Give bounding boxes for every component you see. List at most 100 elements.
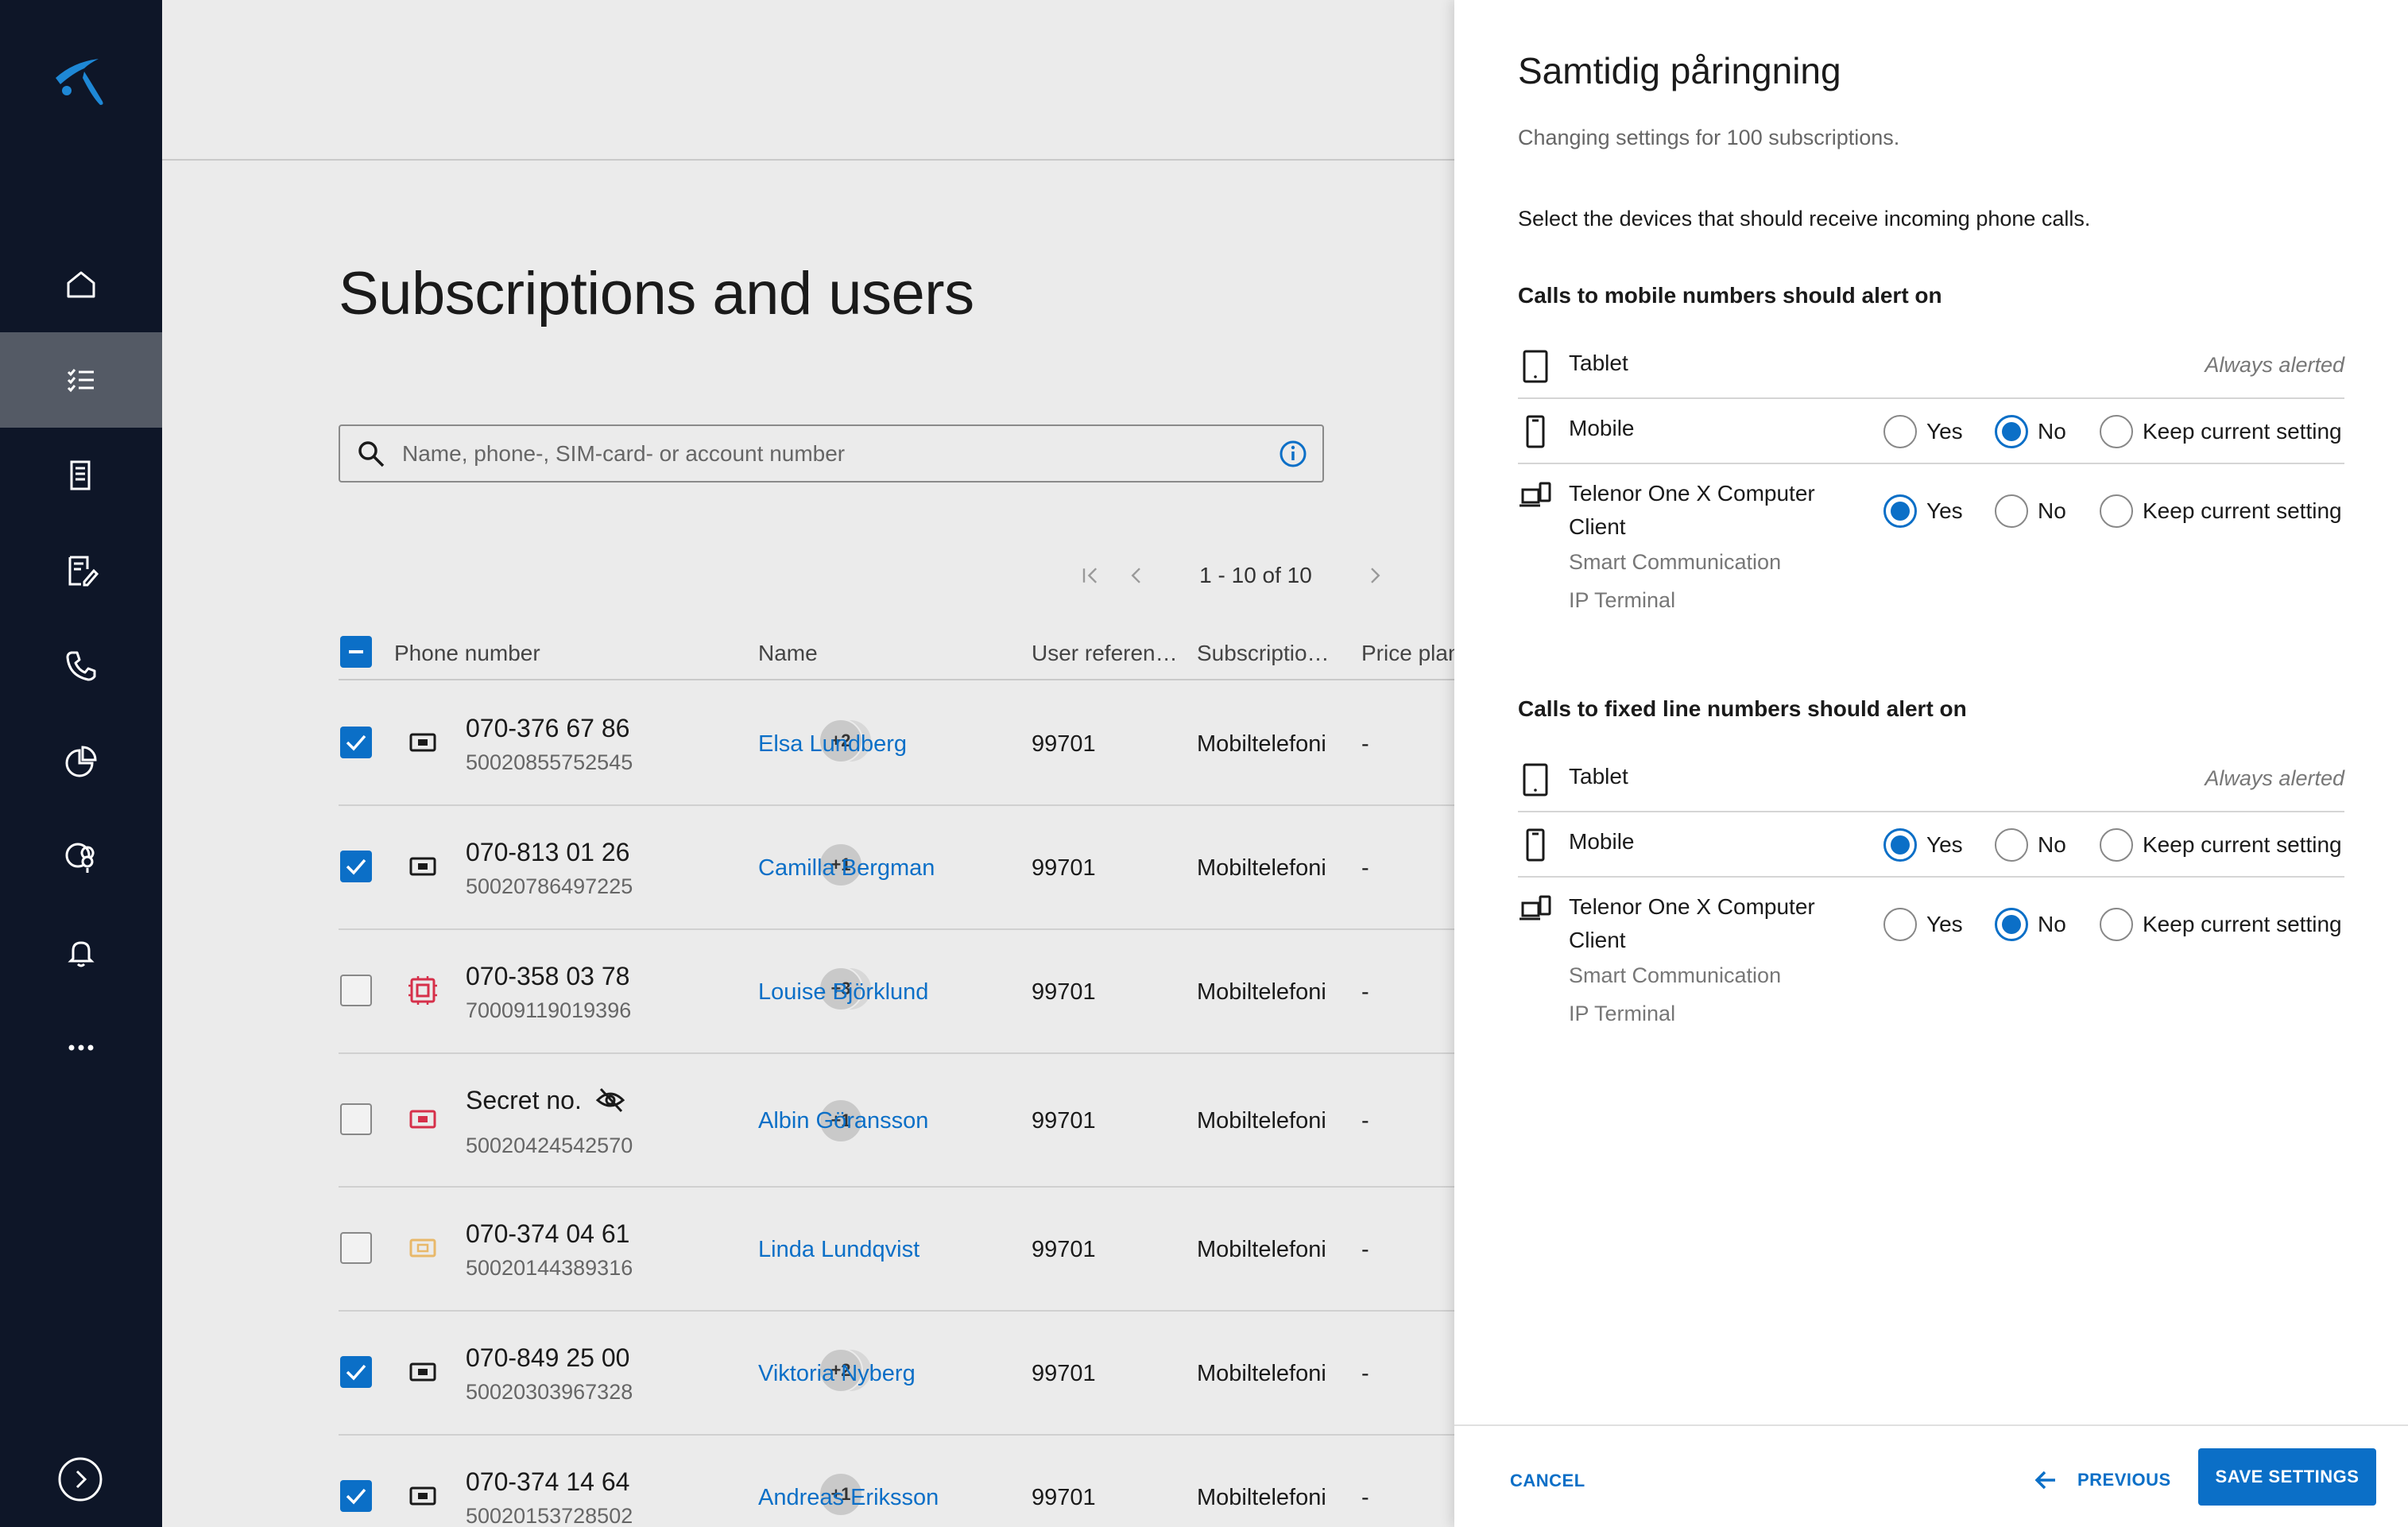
price-plan: -	[1361, 1108, 1369, 1134]
price-plan: -	[1361, 1237, 1369, 1262]
previous-button[interactable]: PREVIOUS	[2023, 1458, 2179, 1502]
nav-subscriptions[interactable]	[0, 332, 162, 428]
radio-keep-current[interactable]: Keep current setting	[2100, 828, 2342, 862]
table-row[interactable]: 070-374 14 64 50020153728502 +1 Andreas …	[339, 1436, 1454, 1527]
radio-no[interactable]: No	[1995, 415, 2066, 448]
table-row[interactable]: 070-849 25 00 50020303967328 +2 Viktoria…	[339, 1312, 1454, 1436]
device-label: Mobile	[1569, 416, 1635, 440]
row-checkbox[interactable]	[340, 975, 372, 1006]
phone-icon	[66, 651, 96, 681]
prev-page-button[interactable]	[1121, 560, 1152, 591]
radio-keep-current[interactable]: Keep current setting	[2100, 415, 2342, 448]
user-name-link[interactable]: Andreas Eriksson	[758, 1485, 939, 1511]
nav-invoices[interactable]	[0, 428, 162, 523]
panel-subtitle: Changing settings for 100 subscriptions.	[1518, 126, 1900, 149]
notifications-icon	[68, 941, 95, 967]
device-label: Telenor One X Computer Client	[1569, 894, 1815, 952]
row-checkbox[interactable]	[340, 1103, 372, 1135]
row-checkbox[interactable]	[340, 727, 372, 758]
radio-no[interactable]: No	[1995, 828, 2066, 862]
radio-no[interactable]: No	[1995, 908, 2066, 941]
indeterminate-icon	[349, 650, 363, 653]
nav-home[interactable]	[0, 237, 162, 332]
sim-number: 50020153728502	[466, 1504, 633, 1527]
table-row[interactable]: 070-376 67 86 50020855752545 +2 Elsa Lun…	[339, 682, 1454, 806]
search-box[interactable]	[339, 424, 1324, 483]
col-price-plan[interactable]: Price plan	[1361, 641, 1461, 666]
chevron-left-icon	[1131, 568, 1140, 583]
expand-sidebar-button[interactable]	[57, 1456, 103, 1502]
table-row[interactable]: 070-813 01 26 50020786497225 +1 Camilla …	[339, 806, 1454, 930]
always-alerted-text: Always alerted	[2205, 353, 2344, 377]
page-title: Subscriptions and users	[339, 260, 974, 327]
select-all-checkbox[interactable]	[340, 636, 372, 668]
sim-card-icon	[409, 1238, 436, 1258]
radio-yes[interactable]: Yes	[1883, 494, 1963, 528]
radio-yes[interactable]: Yes	[1883, 908, 1963, 941]
price-plan: -	[1361, 1361, 1369, 1386]
user-name-link[interactable]: Viktoria Nyberg	[758, 1361, 916, 1387]
user-name-link[interactable]: Elsa Lundberg	[758, 731, 907, 758]
checkmark-icon	[346, 1488, 366, 1505]
sim-number: 50020424542570	[466, 1134, 633, 1157]
previous-label: PREVIOUS	[2077, 1470, 2171, 1490]
col-subscription[interactable]: Subscriptio…	[1197, 641, 1330, 666]
table-header: Phone number Name User referen… Subscrip…	[339, 636, 1461, 680]
checkmark-icon	[346, 734, 366, 751]
radio-keep-current[interactable]: Keep current setting	[2100, 908, 2342, 941]
save-settings-button[interactable]: SAVE SETTINGS	[2198, 1448, 2376, 1506]
search-icon	[358, 440, 385, 467]
radio-no[interactable]: No	[1995, 494, 2066, 528]
user-name-link[interactable]: Albin Göransson	[758, 1108, 928, 1134]
checkmark-icon	[346, 858, 366, 875]
desktop-devices-icon	[1520, 482, 1551, 507]
device-label: Telenor One X Computer Client	[1569, 481, 1815, 539]
panel-instruction: Select the devices that should receive i…	[1518, 207, 2091, 231]
desktop-devices-icon	[1520, 895, 1551, 920]
user-name-link[interactable]: Louise Björklund	[758, 979, 928, 1006]
first-page-icon	[1082, 568, 1098, 583]
subscription-type: Mobiltelefoni	[1197, 1237, 1326, 1262]
user-reference: 99701	[1032, 1108, 1096, 1134]
radio-yes[interactable]: Yes	[1883, 415, 1963, 448]
sim-number: 50020855752545	[466, 750, 633, 774]
info-icon[interactable]	[1278, 439, 1308, 469]
cancel-button[interactable]: CANCEL	[1502, 1463, 1593, 1499]
sim-card-icon	[409, 1362, 436, 1382]
sidebar	[0, 0, 162, 1527]
price-plan: -	[1361, 731, 1369, 757]
col-name[interactable]: Name	[758, 641, 818, 666]
phone-number: 070-813 01 26	[466, 838, 630, 866]
radio-yes[interactable]: Yes	[1883, 828, 1963, 862]
subscription-type: Mobiltelefoni	[1197, 1108, 1326, 1134]
checkmark-icon	[346, 1364, 366, 1381]
row-checkbox[interactable]	[340, 851, 372, 882]
search-input[interactable]	[402, 429, 1278, 478]
nav-orders[interactable]	[0, 523, 162, 618]
user-reference: 99701	[1032, 731, 1096, 757]
row-checkbox[interactable]	[340, 1356, 372, 1388]
table-row[interactable]: Secret no. 50020424542570 +1 Albin Göran…	[339, 1054, 1454, 1188]
user-name-link[interactable]: Camilla Bergman	[758, 855, 935, 882]
nav-notifications[interactable]	[0, 905, 162, 1000]
col-user-reference[interactable]: User referen…	[1032, 641, 1178, 666]
table-row[interactable]: 070-374 04 61 50020144389316 Linda Lundq…	[339, 1188, 1454, 1312]
subscription-type: Mobiltelefoni	[1197, 1361, 1326, 1386]
nav-phone[interactable]	[0, 618, 162, 714]
telenor-logo[interactable]	[49, 45, 113, 108]
next-page-button[interactable]	[1359, 560, 1391, 591]
user-name-link[interactable]: Linda Lundqvist	[758, 1237, 919, 1263]
subscription-type: Mobiltelefoni	[1197, 979, 1326, 1005]
row-checkbox[interactable]	[340, 1232, 372, 1264]
radio-keep-current[interactable]: Keep current setting	[2100, 494, 2342, 528]
first-page-button[interactable]	[1074, 560, 1106, 591]
table-row[interactable]: 070-358 03 78 70009119019396 +3 Louise B…	[339, 930, 1454, 1054]
col-phone-number[interactable]: Phone number	[394, 641, 540, 666]
nav-reports[interactable]	[0, 714, 162, 809]
subscription-type: Mobiltelefoni	[1197, 855, 1326, 881]
nav-location-settings[interactable]	[0, 809, 162, 905]
row-checkbox[interactable]	[340, 1480, 372, 1512]
subscription-type: Mobiltelefoni	[1197, 731, 1326, 757]
nav-more[interactable]	[0, 1000, 162, 1095]
user-reference: 99701	[1032, 1485, 1096, 1510]
